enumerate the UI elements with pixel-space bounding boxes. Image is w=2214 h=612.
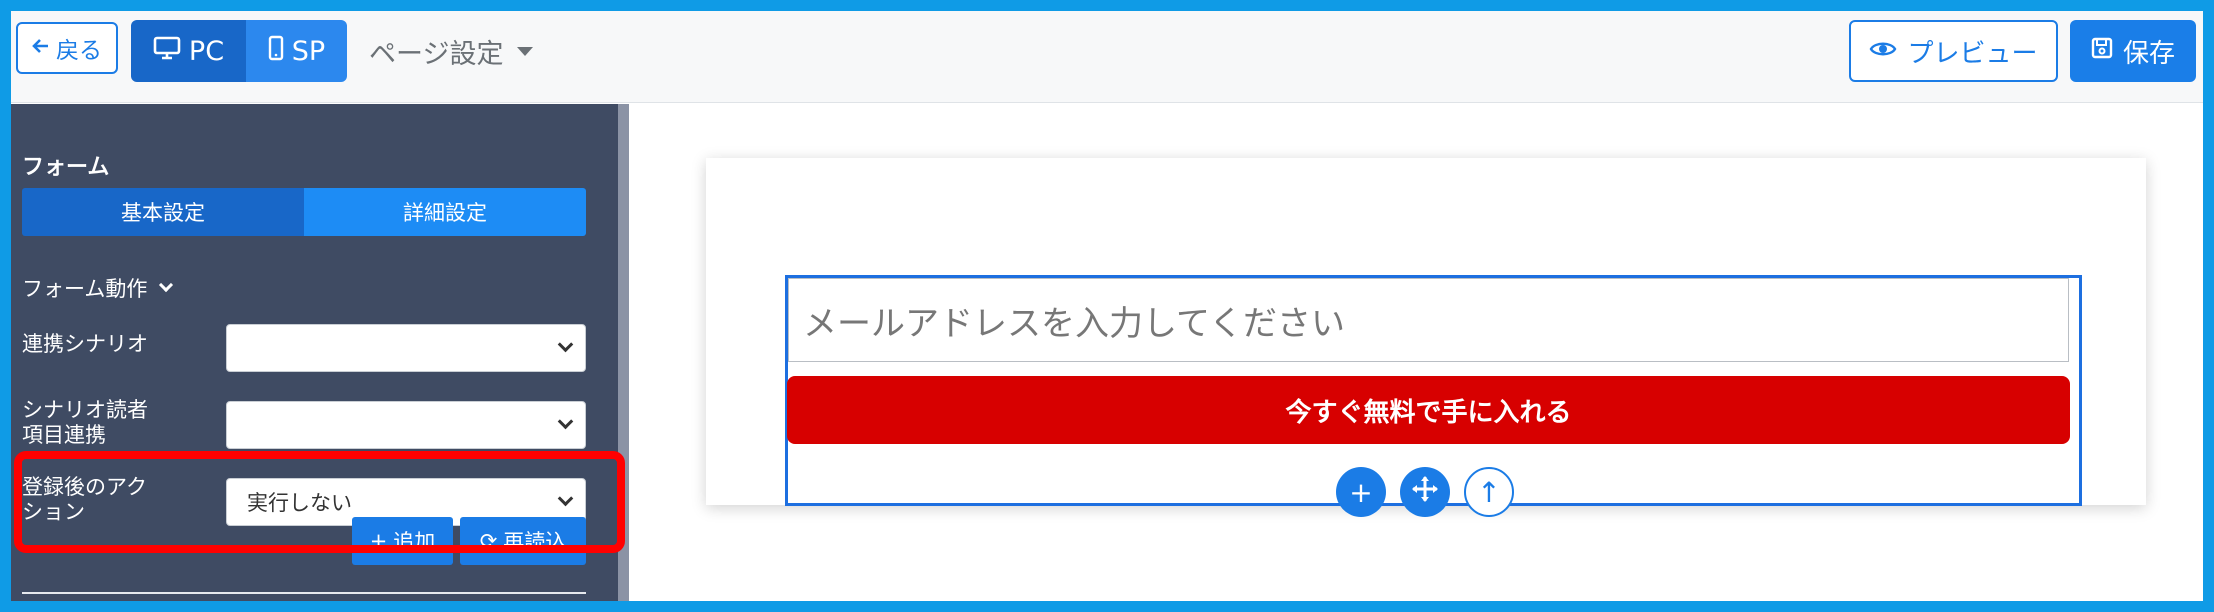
caret-down-icon [517, 46, 534, 56]
tab-detail-settings[interactable]: 詳細設定 [304, 188, 586, 236]
scenario-link-select[interactable] [226, 324, 586, 372]
floppy-disk-icon [2091, 36, 2113, 66]
device-sp-label: SP [291, 35, 326, 67]
page-settings-label: ページ設定 [369, 38, 504, 70]
tab-basic-settings[interactable]: 基本設定 [22, 188, 304, 236]
reload-button[interactable]: ⟳ 再読込 [460, 517, 586, 565]
add-button[interactable]: + 追加 [352, 517, 453, 565]
save-label: 保存 [2122, 38, 2175, 69]
add-block-button[interactable]: + [1336, 467, 1386, 517]
device-sp-button[interactable]: SP [246, 20, 347, 82]
scenario-link-label: 連携シナリオ [22, 332, 148, 356]
reader-field-link-label: シナリオ読者 項目連携 [22, 398, 148, 447]
sidebar-scrollbar[interactable] [618, 104, 629, 601]
device-toggle: PC SP [131, 20, 347, 82]
post-registration-action-label: 登録後のアク ション [22, 475, 147, 524]
section-title: フォーム [22, 155, 110, 180]
top-toolbar: 戻る PC SP ページ設定 プレビュー 保存 [11, 11, 2203, 103]
page-settings-dropdown[interactable]: ページ設定 [369, 31, 534, 71]
chevron-down-icon [557, 413, 574, 430]
preview-button[interactable]: プレビュー [1849, 20, 2058, 82]
email-placeholder: メールアドレスを入力してください [803, 303, 1345, 344]
form-behavior-toggle[interactable]: フォーム動作 [22, 273, 174, 303]
chevron-down-icon [557, 490, 574, 507]
back-button[interactable]: 戻る [16, 22, 118, 74]
move-arrows-icon [1410, 474, 1440, 511]
refresh-icon: ⟳ [479, 529, 498, 553]
eye-icon [1869, 36, 1897, 66]
cta-submit-button[interactable]: 今すぐ無料で手に入れる [787, 376, 2070, 444]
device-pc-label: PC [188, 35, 225, 67]
sidebar-divider [22, 592, 586, 594]
device-pc-button[interactable]: PC [131, 20, 246, 82]
post-registration-action-value: 実行しない [247, 491, 352, 515]
chevron-down-icon [159, 277, 174, 293]
plus-icon: + [369, 529, 388, 553]
arrow-up-icon: ↑ [1477, 475, 1501, 509]
reader-field-link-select[interactable] [226, 401, 586, 449]
move-up-button[interactable]: ↑ [1464, 467, 1514, 517]
save-button[interactable]: 保存 [2070, 20, 2196, 82]
email-input[interactable]: メールアドレスを入力してください [788, 278, 2069, 362]
back-button-label: 戻る [56, 38, 102, 64]
preview-label: プレビュー [1907, 38, 2038, 69]
plus-icon: + [1349, 475, 1373, 509]
move-block-button[interactable] [1400, 467, 1450, 517]
arrow-left-icon [32, 35, 50, 61]
form-behavior-label: フォーム動作 [22, 277, 148, 301]
cta-label: 今すぐ無料で手に入れる [1285, 397, 1572, 428]
desktop-icon [153, 36, 181, 67]
chevron-down-icon [557, 336, 574, 353]
app-window: 戻る PC SP ページ設定 プレビュー 保存 フォーム 基本設定 詳細設定 フ… [11, 11, 2203, 601]
mobile-icon [268, 35, 284, 68]
add-label: 追加 [393, 530, 436, 554]
settings-tabs: 基本設定 詳細設定 [22, 188, 586, 236]
reload-label: 再読込 [503, 530, 567, 554]
